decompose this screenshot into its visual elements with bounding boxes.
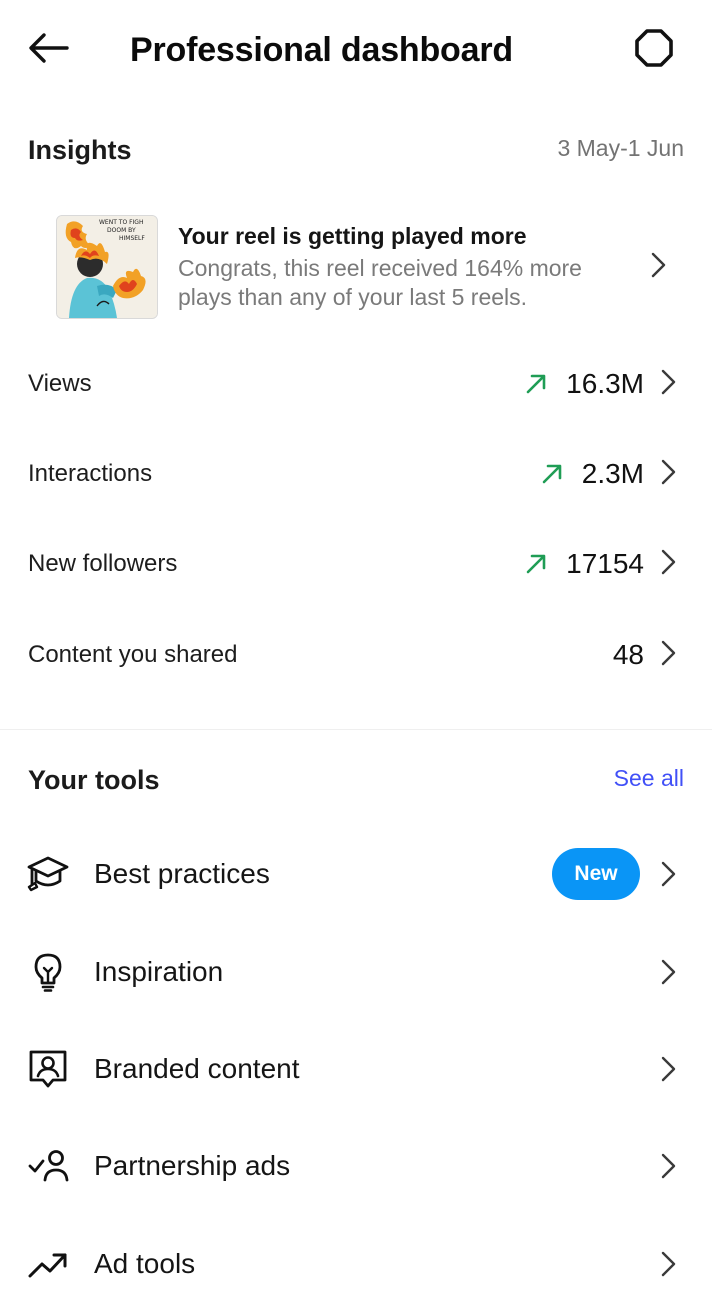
chevron-right-icon [660,459,676,490]
metric-value: 2.3M [581,458,644,489]
reel-card-description: Congrats, this reel received 164% more p… [178,255,582,310]
metric-value: 48 [612,639,644,670]
tool-ad-tools[interactable]: Ad tools [24,1229,684,1299]
tool-label: Partnership ads [94,1150,291,1181]
chevron-right-icon [660,1251,676,1282]
chevron-right-icon [660,369,676,400]
trend-up-icon [524,552,548,576]
back-button[interactable] [22,28,76,72]
date-range[interactable]: 3 May-1 Jun [557,130,684,166]
chevron-right-icon [660,640,676,671]
tool-label: Ad tools [94,1248,196,1279]
settings-button[interactable] [626,26,682,74]
graduation-cap-icon [26,854,70,894]
arrow-left-icon [27,32,71,69]
page-title: Professional dashboard [130,31,513,69]
tool-label: Best practices [94,858,270,889]
insights-title: Insights [28,135,132,165]
trend-up-icon [524,372,548,396]
insights-header: Insights 3 May-1 Jun [28,130,684,170]
app-header: Professional dashboard [0,0,712,98]
metric-label: Interactions [28,460,153,487]
tool-inspiration[interactable]: Inspiration [24,937,684,1007]
svg-text:HIMSELF: HIMSELF [119,235,145,242]
metric-label: New followers [28,550,178,577]
svg-text:DOOM BY: DOOM BY [107,227,136,234]
chevron-right-icon [660,1056,676,1087]
reel-performance-card[interactable]: WENT TO FIGH DOOM BY HIMSELF Your reel i… [56,212,684,322]
metric-label: Content you shared [28,641,238,668]
chevron-right-icon [660,861,676,892]
new-badge: New [552,848,640,900]
metric-row-content-shared[interactable]: Content you shared 48 [28,625,684,685]
chevron-right-icon [660,549,676,580]
chevron-right-icon [660,1153,676,1184]
metric-value: 17154 [566,548,644,579]
section-divider [0,729,712,730]
svg-text:WENT TO FIGH: WENT TO FIGH [99,219,143,226]
gear-icon [633,27,675,74]
see-all-link[interactable]: See all [614,760,684,796]
reel-thumbnail: WENT TO FIGH DOOM BY HIMSELF [56,215,158,319]
trend-up-icon [540,462,564,486]
reel-card-title: Your reel is getting played more [178,223,527,249]
chevron-right-icon [660,959,676,990]
metric-row-new-followers[interactable]: New followers 17154 [28,534,684,594]
tool-label: Inspiration [94,956,224,987]
tool-label: Branded content [94,1053,300,1084]
partnership-ads-icon [26,1146,70,1186]
metric-label: Views [28,370,92,397]
metric-value: 16.3M [566,368,644,399]
chevron-right-icon [650,252,666,283]
tools-title: Your tools [28,765,160,795]
branded-content-icon [26,1049,70,1089]
metric-row-interactions[interactable]: Interactions 2.3M [28,444,684,504]
metric-row-views[interactable]: Views 16.3M [28,354,684,414]
tool-branded-content[interactable]: Branded content [24,1034,684,1104]
trending-up-icon [26,1244,70,1284]
tool-partnership-ads[interactable]: Partnership ads [24,1131,684,1201]
lightbulb-icon [26,952,70,992]
tools-header: Your tools See all [28,760,684,800]
tool-best-practices[interactable]: Best practices New [24,839,684,909]
